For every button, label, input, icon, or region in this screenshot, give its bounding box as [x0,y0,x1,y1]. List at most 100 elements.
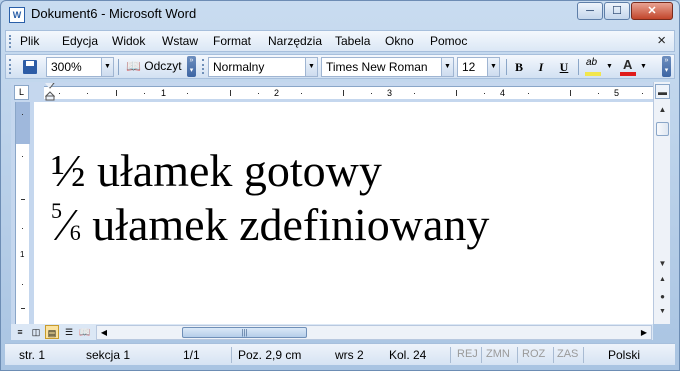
ruler-dot [22,114,23,115]
document-close-button[interactable]: × [657,32,666,49]
bold-button[interactable]: B [509,57,529,77]
scroll-down-arrow-icon[interactable]: ▼ [655,256,670,271]
scroll-left-arrow-icon[interactable]: ◀ [97,326,111,339]
highlight-button[interactable]: ab [583,57,605,77]
indent-marker-shape [44,82,56,101]
ruler-tick [570,90,571,96]
ruler-dot [187,93,188,94]
window-controls: ─ ☐ ✕ [576,2,673,20]
next-page-icon[interactable]: ▼ [655,304,670,319]
menu-plik[interactable]: Plik [20,34,39,48]
line-2-text: ułamek zdefiniowany [92,199,490,250]
ruler-dot [301,93,302,94]
status-column: Kol. 24 [389,348,427,362]
tab-stop-selector[interactable]: L [14,85,29,100]
vertical-ruler-margin [16,102,30,144]
font-size-combo[interactable]: 12 ▼ [457,57,500,77]
status-language[interactable]: Polski [608,348,640,362]
save-disk-icon [23,60,37,74]
format-toolbar-grip-icon[interactable] [202,59,205,74]
ruler-dot [258,93,259,94]
normal-view-icon[interactable]: ≡ [13,325,27,339]
status-separator [450,347,451,363]
previous-page-icon[interactable]: ▲ [655,272,670,287]
close-window-button[interactable]: ✕ [631,2,673,20]
document-line-1[interactable]: ½ ułamek gotowy [51,144,382,197]
document-page[interactable]: ½ ułamek gotowy 5⁄6 ułamek zdefiniowany [34,102,653,324]
toolbar-grip-icon[interactable] [9,59,12,74]
italic-button[interactable]: I [531,57,551,77]
toolbar-options-chevron-icon[interactable]: » ▾ [187,56,196,77]
horizontal-ruler[interactable]: 1 2 3 4 5 [44,86,654,99]
highlight-dropdown-arrow-icon[interactable]: ▼ [606,57,614,77]
style-combo[interactable]: Normalny ▼ [208,57,318,77]
save-button[interactable] [20,57,40,77]
window-title: Dokument6 - Microsoft Word [31,6,197,21]
indent-marker-icon[interactable] [44,82,56,101]
font-size-dropdown-arrow-icon[interactable]: ▼ [487,58,499,76]
status-separator [583,347,584,363]
print-layout-view-icon[interactable]: ▤ [45,325,59,339]
status-page-count: 1/1 [183,348,200,362]
ruler-tick [21,308,25,309]
font-dropdown-arrow-icon[interactable]: ▼ [441,58,453,76]
font-value: Times New Roman [326,60,428,74]
title-bar: W Dokument6 - Microsoft Word ─ ☐ ✕ [1,1,679,29]
menu-wstaw[interactable]: Wstaw [162,34,198,48]
horizontal-scroll-thumb[interactable]: ||| [182,327,307,338]
status-track-changes[interactable]: ZMN [486,348,510,360]
ruler-dot [642,93,643,94]
browse-object-icon[interactable]: ● [655,289,670,304]
highlight-color-bar [585,72,601,76]
scroll-up-arrow-icon[interactable]: ▲ [655,102,670,117]
menu-widok[interactable]: Widok [112,34,145,48]
ruler-dot [59,93,60,94]
format-toolbar-options-chevron-icon[interactable]: » ▾ [662,56,671,77]
ready-fraction-glyph: ½ [51,145,86,196]
split-pane-icon[interactable]: ▬ [655,84,670,99]
maximize-button[interactable]: ☐ [604,2,630,20]
menu-pomoc[interactable]: Pomoc [430,34,467,48]
status-section: sekcja 1 [86,348,131,362]
horizontal-scrollbar[interactable]: ◀ ||| ▶ [96,325,652,340]
status-record-macro[interactable]: REJ [457,348,478,360]
read-mode-button[interactable]: 📖 Odczyt [126,59,182,79]
ruler-dot [22,156,23,157]
menu-edycja[interactable]: Edycja [62,34,98,48]
font-combo[interactable]: Times New Roman ▼ [321,57,454,77]
ruler-dot [22,228,23,229]
zoom-dropdown-arrow-icon[interactable]: ▼ [101,58,113,76]
menu-tabela[interactable]: Tabela [335,34,370,48]
ruler-tick [116,90,117,96]
menu-narzedzia[interactable]: Narzędzia [268,34,322,48]
reading-view-icon[interactable]: 📖 [78,325,92,339]
ruler-dot [414,93,415,94]
fraction-denominator: 6 [69,220,81,245]
menu-okno[interactable]: Okno [385,34,414,48]
word-app-icon[interactable]: W [9,7,25,23]
status-overtype[interactable]: ZAS [557,348,578,360]
document-line-2[interactable]: 5⁄6 ułamek zdefiniowany [51,198,489,251]
status-bar: str. 1 sekcja 1 1/1 Poz. 2,9 cm wrs 2 Ko… [5,343,675,365]
menu-grip-icon[interactable] [9,35,12,48]
read-mode-label: Odczyt [144,59,182,73]
web-layout-view-icon[interactable]: ◫ [29,325,43,339]
zoom-combo[interactable]: 300% ▼ [46,57,114,77]
menu-format[interactable]: Format [213,34,251,48]
book-icon: 📖 [126,59,141,73]
vertical-scrollbar[interactable]: ▬ ▲ ▼ ▲ ● ▼ [653,82,670,324]
word-window: W Dokument6 - Microsoft Word ─ ☐ ✕ Plik … [0,0,680,371]
underline-button[interactable]: U [554,57,574,77]
defined-fraction: 5⁄6 [51,198,81,251]
minimize-button[interactable]: ─ [577,2,603,20]
status-extend-selection[interactable]: ROZ [522,348,545,360]
font-color-dropdown-arrow-icon[interactable]: ▼ [640,57,648,77]
line-1-text: ułamek gotowy [97,145,382,196]
vertical-ruler[interactable]: 1 [15,102,30,324]
outline-view-icon[interactable]: ☰ [62,325,76,339]
ruler-number: 5 [614,88,620,98]
vertical-scroll-thumb[interactable] [656,122,669,136]
scroll-right-arrow-icon[interactable]: ▶ [637,326,651,339]
font-color-button[interactable]: A [618,57,638,77]
style-dropdown-arrow-icon[interactable]: ▼ [305,58,317,76]
